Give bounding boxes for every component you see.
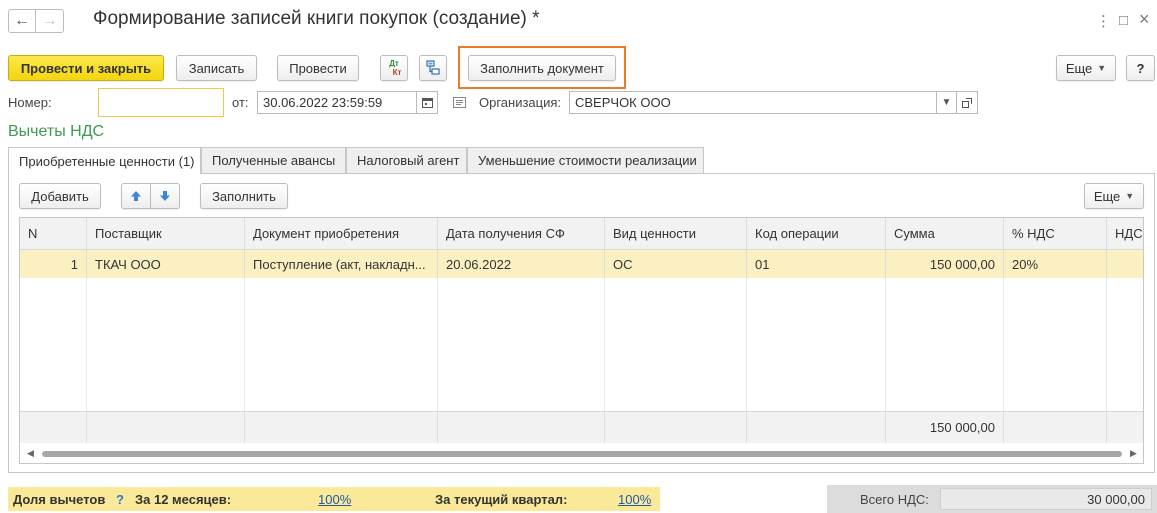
- open-external-icon: [962, 97, 972, 108]
- help-button[interactable]: ?: [1126, 55, 1155, 81]
- vat-rate-cell[interactable]: 20%: [1004, 250, 1107, 278]
- column-header[interactable]: N: [20, 218, 87, 249]
- total-vat-value: 30 000,00: [940, 488, 1152, 510]
- footer-cell: [438, 412, 605, 443]
- column-header[interactable]: НДС: [1107, 218, 1143, 249]
- column-header[interactable]: Код операции: [747, 218, 886, 249]
- vat-cell[interactable]: [1107, 250, 1143, 278]
- table-footer: 150 000,00: [20, 411, 1143, 443]
- number-input[interactable]: [98, 88, 224, 117]
- fill-document-button[interactable]: Заполнить документ: [468, 55, 616, 81]
- tab-sale-cost-reduction[interactable]: Уменьшение стоимости реализации: [467, 147, 704, 173]
- column-header[interactable]: Поставщик: [87, 218, 245, 249]
- fill-table-button[interactable]: Заполнить: [200, 183, 288, 209]
- post-button[interactable]: Провести: [277, 55, 359, 81]
- arrow-right-icon: →: [41, 12, 58, 29]
- arrow-up-icon: [131, 191, 141, 201]
- footer-cell: [245, 412, 438, 443]
- more-button-label: Еще: [1065, 60, 1093, 76]
- add-row-button[interactable]: Добавить: [19, 183, 101, 209]
- date-label: от:: [232, 95, 249, 110]
- organization-open-button[interactable]: [957, 91, 978, 114]
- amount-cell[interactable]: 150 000,00: [886, 250, 1004, 278]
- column-divider: [885, 278, 886, 411]
- calendar-icon: [421, 98, 433, 108]
- more-menu-icon[interactable]: ⋮: [1096, 12, 1111, 30]
- row-number-cell[interactable]: 1: [20, 250, 87, 278]
- footer-cell: [1107, 412, 1143, 443]
- arrow-left-icon: ←: [14, 12, 30, 29]
- tab-received-advances[interactable]: Полученные авансы: [201, 147, 346, 173]
- months-label: За 12 месяцев:: [135, 492, 232, 507]
- close-icon[interactable]: ×: [1139, 9, 1150, 30]
- operation-code-cell[interactable]: 01: [747, 250, 886, 278]
- scrollbar-thumb[interactable]: [42, 451, 1122, 457]
- tab-acquired-values[interactable]: Приобретенные ценности (1): [8, 147, 201, 174]
- number-label: Номер:: [8, 95, 52, 110]
- chevron-down-icon: ▼: [1097, 63, 1107, 73]
- invoice-date-cell[interactable]: 20.06.2022: [438, 250, 605, 278]
- window-title: Формирование записей книги покупок (созд…: [93, 8, 540, 29]
- section-title: Вычеты НДС: [8, 123, 105, 140]
- organization-dropdown-button[interactable]: ▼: [937, 91, 957, 114]
- column-divider: [604, 278, 605, 411]
- total-vat-label: Всего НДС:: [860, 492, 929, 507]
- months-value-link[interactable]: 100%: [318, 492, 351, 507]
- footer-cell: [20, 412, 87, 443]
- arrow-down-icon: [160, 191, 170, 201]
- structure-button[interactable]: [419, 55, 447, 81]
- dt-kt-icon: Дт Кт: [389, 59, 402, 77]
- footer-cell: [1004, 412, 1107, 443]
- footer-cell: [747, 412, 886, 443]
- acquisition-document-cell[interactable]: Поступление (акт, накладн...: [245, 250, 438, 278]
- back-button[interactable]: ←: [8, 9, 36, 33]
- purchases-table: N Поставщик Документ приобретения Дата п…: [19, 217, 1144, 464]
- column-divider: [1106, 278, 1107, 411]
- organization-input[interactable]: СВЕРЧОК ООО: [569, 91, 937, 114]
- move-down-button[interactable]: [151, 183, 180, 209]
- column-divider: [437, 278, 438, 411]
- quarter-label: За текущий квартал:: [435, 492, 568, 507]
- column-header[interactable]: % НДС: [1004, 218, 1107, 249]
- forward-button[interactable]: →: [36, 9, 64, 33]
- column-header[interactable]: Сумма: [886, 218, 1004, 249]
- column-header[interactable]: Дата получения СФ: [438, 218, 605, 249]
- chevron-down-icon: ▼: [941, 97, 952, 108]
- maximize-icon[interactable]: □: [1119, 12, 1128, 29]
- save-button[interactable]: Записать: [176, 55, 257, 81]
- deduction-share-label: Доля вычетов: [13, 492, 106, 507]
- column-divider: [244, 278, 245, 411]
- column-divider: [86, 278, 87, 411]
- organization-label: Организация:: [479, 95, 562, 110]
- post-and-close-button[interactable]: Провести и закрыть: [8, 55, 164, 81]
- supplier-cell[interactable]: ТКАЧ ООО: [87, 250, 245, 278]
- scroll-right-icon[interactable]: ▶: [1130, 448, 1137, 459]
- table-more-label: Еще: [1093, 188, 1121, 204]
- footer-sum: 150 000,00: [886, 412, 1004, 443]
- footer-cell: [87, 412, 245, 443]
- history-icon[interactable]: [453, 97, 466, 108]
- value-type-cell[interactable]: ОС: [605, 250, 747, 278]
- column-header[interactable]: Вид ценности: [605, 218, 747, 249]
- calendar-button[interactable]: [417, 91, 438, 114]
- tab-tax-agent[interactable]: Налоговый агент: [346, 147, 467, 173]
- date-input[interactable]: 30.06.2022 23:59:59: [257, 91, 417, 114]
- quarter-value-link[interactable]: 100%: [618, 492, 651, 507]
- chevron-down-icon: ▼: [1125, 191, 1135, 201]
- horizontal-scrollbar[interactable]: ◀ ▶: [20, 444, 1143, 463]
- column-header[interactable]: Документ приобретения: [245, 218, 438, 249]
- document-structure-icon: [426, 60, 440, 75]
- help-icon[interactable]: ?: [116, 492, 124, 507]
- scroll-left-icon[interactable]: ◀: [27, 448, 34, 459]
- move-up-button[interactable]: [121, 183, 151, 209]
- table-row[interactable]: 1 ТКАЧ ООО Поступление (акт, накладн... …: [20, 250, 1143, 278]
- table-more-button[interactable]: Еще ▼: [1084, 183, 1144, 209]
- footer-cell: [605, 412, 747, 443]
- more-button[interactable]: Еще ▼: [1056, 55, 1116, 81]
- table-header: N Поставщик Документ приобретения Дата п…: [20, 218, 1143, 250]
- column-divider: [1003, 278, 1004, 411]
- column-divider: [746, 278, 747, 411]
- dt-kt-button[interactable]: Дт Кт: [380, 55, 408, 81]
